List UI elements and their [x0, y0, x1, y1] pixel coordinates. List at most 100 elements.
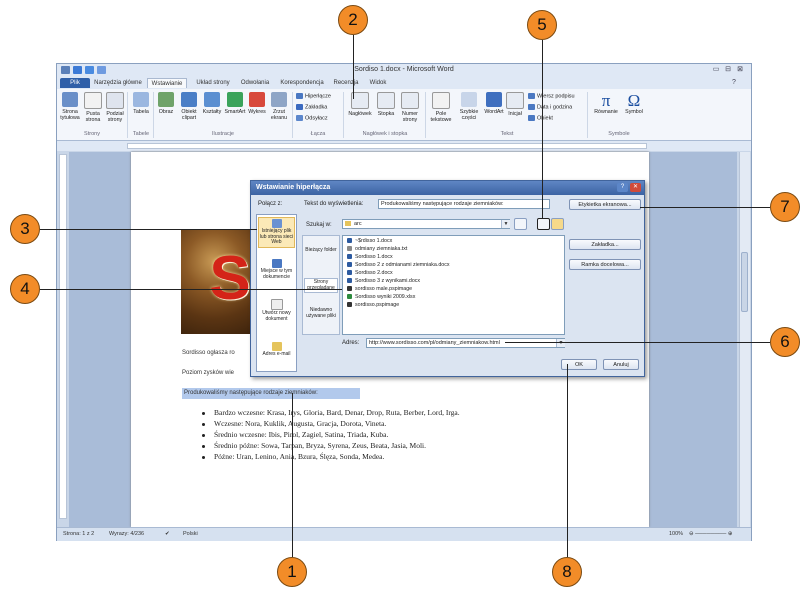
- address-input[interactable]: http://www.sordisso.com/pl/odmiany_ziemn…: [366, 338, 565, 348]
- list-item[interactable]: sordisso male.pspimage: [347, 286, 412, 294]
- browsed-pages-option[interactable]: Strony przeglądane: [304, 278, 338, 294]
- link-existing-file-option[interactable]: Istniejący plik lub strona sieci Web: [258, 217, 295, 248]
- list-item[interactable]: Sordisso 1.docx: [347, 254, 393, 262]
- list-item[interactable]: Sordisso wyniki 2009.xlsx: [347, 294, 415, 302]
- look-in-dropdown[interactable]: arc: [342, 219, 510, 229]
- table-button[interactable]: Tabela: [131, 92, 151, 115]
- up-folder-icon[interactable]: [514, 218, 527, 230]
- tab-file[interactable]: Plik: [60, 78, 90, 88]
- text-box-button[interactable]: Pole tekstowe: [428, 92, 454, 123]
- dialog-close-icon[interactable]: ✕: [630, 183, 641, 192]
- table-icon: [133, 92, 149, 107]
- browse-web-icon[interactable]: [537, 218, 550, 230]
- window-title: Sordiso 1.docx - Microsoft Word: [354, 66, 454, 73]
- word-count[interactable]: Wyrazy: 4/236: [109, 531, 144, 537]
- callout-line-2: [353, 35, 354, 99]
- header-button[interactable]: Nagłówek: [347, 92, 373, 117]
- vertical-scrollbar[interactable]: [739, 152, 750, 527]
- selected-text[interactable]: Produkowaliśmy następujące rodzaje ziemn…: [184, 390, 318, 396]
- text-file-icon: [347, 246, 352, 252]
- object-button[interactable]: Obiekt: [528, 115, 553, 122]
- list-item[interactable]: Sordisso 2 z odmianami ziemniaka.docx: [347, 262, 450, 270]
- target-frame-button[interactable]: Ramka docelowa...: [569, 259, 641, 270]
- list-item[interactable]: ~$rdisso 1.docx: [347, 238, 392, 246]
- close-icon[interactable]: ⊠: [735, 65, 745, 74]
- bookmark-button[interactable]: Zakładka...: [569, 239, 641, 250]
- page-number-button[interactable]: Numer strony: [398, 92, 422, 123]
- picture-icon: [158, 92, 174, 107]
- link-new-document-option[interactable]: Utwórz nowy dokument: [258, 299, 295, 322]
- callout-5: 5: [527, 10, 557, 40]
- signature-line-button[interactable]: Wiersz podpisu: [528, 93, 575, 100]
- date-time-button[interactable]: Data i godzina: [528, 104, 572, 111]
- picture-button[interactable]: Obraz: [156, 92, 176, 115]
- callout-8: 8: [552, 557, 582, 587]
- tab-references[interactable]: Odwołania: [237, 78, 273, 88]
- proofing-icon[interactable]: ✔: [165, 531, 170, 537]
- bookmark-button[interactable]: Zakładka: [296, 104, 327, 111]
- cancel-button[interactable]: Anuluj: [603, 359, 639, 370]
- address-dropdown-icon[interactable]: ▼: [556, 339, 565, 347]
- tab-mailings[interactable]: Korespondencja: [279, 78, 325, 88]
- maximize-icon[interactable]: ⊟: [723, 65, 733, 74]
- file-list[interactable]: ~$rdisso 1.docx odmiany ziemniaka.txt So…: [342, 235, 565, 335]
- screentip-button[interactable]: Etykietka ekranowa...: [569, 199, 641, 210]
- doc-line-1: Sordisso ogłasza ro: [182, 350, 235, 356]
- zoom-level[interactable]: 100%: [669, 531, 683, 537]
- minimize-icon[interactable]: ▭: [711, 65, 721, 74]
- symbol-button[interactable]: Ω Symbol: [622, 92, 646, 115]
- footer-button[interactable]: Stopka: [375, 92, 397, 117]
- chart-icon: [249, 92, 265, 107]
- shapes-button[interactable]: Kształty: [201, 92, 223, 115]
- link-this-document-option[interactable]: Miejsce w tym dokumencie: [258, 259, 295, 280]
- chart-button[interactable]: Wykres: [247, 92, 267, 115]
- list-item[interactable]: Sordisso 3 z wynikami.docx: [347, 278, 420, 286]
- list-item: Średnio wczesne: Ibis, Pirol, Zagiel, Sa…: [202, 430, 388, 439]
- equation-button[interactable]: π Równanie: [592, 92, 620, 115]
- tab-view[interactable]: Widok: [365, 78, 391, 88]
- image-file-icon: [347, 302, 352, 308]
- wordart-button[interactable]: WordArt: [484, 92, 504, 115]
- quick-parts-icon: [461, 92, 477, 107]
- chevron-down-icon[interactable]: ▼: [501, 220, 510, 228]
- clipart-button[interactable]: Obiekt clipart: [178, 92, 200, 121]
- dialog-help-icon[interactable]: ?: [617, 183, 628, 192]
- drop-cap-button[interactable]: Inicjał: [505, 92, 525, 117]
- callout-1: 1: [277, 557, 307, 587]
- callout-3: 3: [10, 214, 40, 244]
- group-label-pages: Strony: [84, 131, 100, 137]
- page-break-button[interactable]: Podział strony: [105, 92, 125, 123]
- tab-insert[interactable]: Wstawianie: [147, 78, 187, 88]
- language[interactable]: Polski: [183, 531, 198, 537]
- cover-page-button[interactable]: Strona tytułowa: [59, 92, 81, 121]
- tab-page-layout[interactable]: Układ strony: [193, 78, 233, 88]
- callout-line-7: [640, 207, 770, 208]
- hyperlink-button[interactable]: Hiperłącze: [296, 93, 331, 100]
- calendar-icon: [528, 104, 535, 110]
- blank-page-button[interactable]: Pusta strona: [83, 92, 103, 123]
- smartart-button[interactable]: SmartArt: [224, 92, 246, 115]
- screenshot-button[interactable]: Zrzut ekranu: [268, 92, 290, 121]
- scroll-thumb[interactable]: [741, 252, 748, 312]
- browse-nav: Bieżący folder Strony przeglądane Niedaw…: [302, 235, 340, 335]
- help-icon[interactable]: ?: [729, 78, 739, 87]
- recent-files-option[interactable]: Niedawno używane pliki: [304, 307, 338, 319]
- browse-file-icon[interactable]: [551, 218, 564, 230]
- current-folder-option[interactable]: Bieżący folder: [304, 247, 338, 254]
- zoom-slider[interactable]: ⊖ ──────── ⊕: [689, 531, 732, 537]
- list-item[interactable]: Sordisso 2.docx: [347, 270, 393, 278]
- text-to-display-input[interactable]: Produkowaliśmy następujące rodzaje ziemn…: [378, 199, 550, 209]
- blank-page-icon: [84, 92, 102, 109]
- cross-reference-button[interactable]: Odsyłacz: [296, 115, 328, 122]
- image-file-icon: [347, 286, 352, 292]
- list-item: Bardzo wczesne: Krasa, Irys, Gloria, Bar…: [202, 408, 460, 417]
- dialog-title: Wstawianie hiperłącza: [256, 184, 331, 191]
- list-item[interactable]: sordisso.pspimage: [347, 302, 399, 310]
- list-item[interactable]: odmiany ziemniaka.txt: [347, 246, 407, 254]
- tab-home[interactable]: Narzędzia główne: [93, 78, 143, 88]
- wordart-icon: [486, 92, 502, 107]
- page-count[interactable]: Strona: 1 z 2: [63, 531, 94, 537]
- quick-parts-button[interactable]: Szybkie części: [456, 92, 482, 121]
- link-email-option[interactable]: Adres e-mail: [258, 342, 295, 358]
- tab-review[interactable]: Recenzja: [331, 78, 361, 88]
